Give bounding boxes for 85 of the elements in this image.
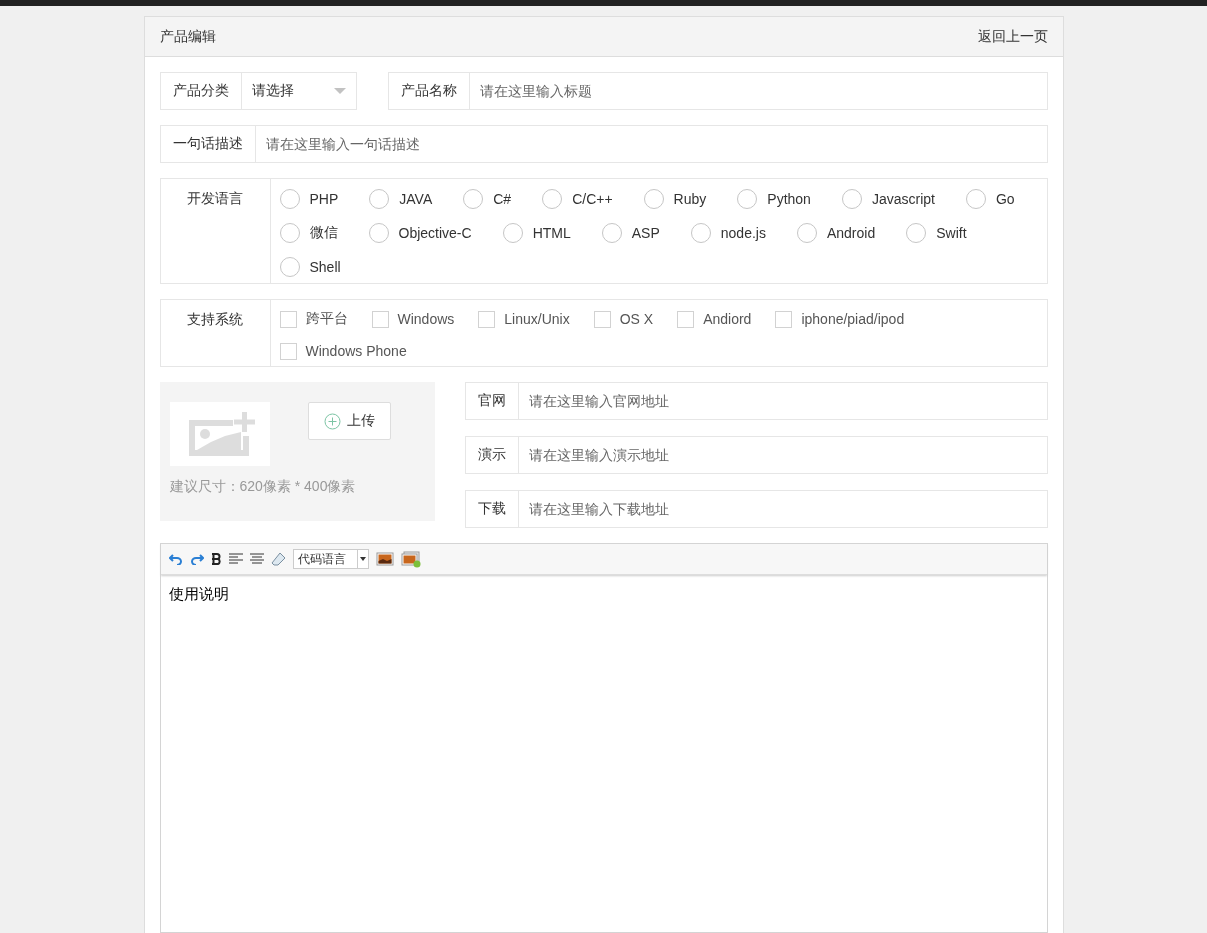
undo-button[interactable] — [168, 553, 183, 565]
url-field[interactable]: 请在这里输入官网地址 — [518, 382, 1048, 420]
radio-option[interactable]: Javascript — [841, 188, 935, 210]
radio-option[interactable]: 微信 — [279, 222, 338, 244]
radio-button[interactable] — [796, 223, 817, 243]
category-select[interactable]: 请选择 — [241, 72, 357, 110]
field-label: 官网 — [464, 382, 519, 420]
field-label: 产品名称 — [387, 72, 470, 110]
redo-icon — [189, 553, 204, 565]
bold-button[interactable] — [210, 553, 222, 565]
radio-option[interactable]: Ruby — [643, 188, 707, 210]
plus-circle-icon — [323, 412, 341, 430]
radio-button[interactable] — [601, 223, 622, 243]
align-center-button[interactable] — [249, 553, 264, 565]
radio-option[interactable]: PHP — [279, 188, 339, 210]
field-label: 开发语言 — [160, 179, 271, 283]
radio-button[interactable] — [502, 223, 523, 243]
panel-title: 产品编辑 — [159, 27, 216, 46]
undo-icon — [168, 553, 183, 565]
url-field[interactable]: 请在这里输入下载地址 — [518, 490, 1048, 528]
checkbox-option[interactable]: Linux/Unix — [478, 308, 570, 330]
radio-button[interactable] — [463, 189, 484, 209]
radio-button[interactable] — [737, 189, 758, 209]
radio-option[interactable]: Objective-C — [368, 222, 472, 244]
radio-button[interactable] — [643, 189, 664, 209]
insert-image-button[interactable] — [375, 552, 394, 566]
checkbox[interactable] — [775, 310, 793, 328]
radio-option[interactable]: Python — [737, 188, 811, 210]
checkbox[interactable] — [371, 310, 389, 328]
checkbox[interactable] — [677, 310, 695, 328]
caret-icon — [359, 557, 366, 561]
radio-button[interactable] — [279, 189, 300, 209]
checkbox[interactable] — [279, 310, 297, 328]
field-label: 演示 — [464, 436, 519, 474]
code-language-select[interactable]: 代码语言 — [292, 549, 369, 569]
align-left-button[interactable] — [228, 553, 243, 565]
field-label: 产品分类 — [159, 72, 242, 110]
redo-button[interactable] — [189, 553, 204, 565]
insert-images-button[interactable] — [400, 550, 421, 568]
field-label: 一句话描述 — [159, 125, 256, 163]
radio-button[interactable] — [368, 223, 389, 243]
checkbox-option[interactable]: 跨平台 — [279, 308, 348, 330]
checkbox-option[interactable]: OS X — [593, 308, 654, 330]
checkbox-option[interactable]: Windows Phone — [279, 340, 407, 362]
checkbox-option[interactable]: Andiord — [677, 308, 752, 330]
radio-option[interactable]: Android — [796, 222, 876, 244]
radio-button[interactable] — [369, 189, 390, 209]
align-left-icon — [228, 553, 243, 565]
eraser-icon — [270, 551, 286, 567]
back-link[interactable]: 返回上一页 — [977, 27, 1048, 46]
radio-option[interactable]: node.js — [690, 222, 766, 244]
eraser-button[interactable] — [270, 551, 286, 567]
checkbox[interactable] — [279, 342, 297, 360]
radio-option[interactable]: ASP — [601, 222, 660, 244]
caret-icon — [333, 88, 346, 94]
radio-button[interactable] — [690, 223, 711, 243]
upload-button[interactable]: 上传 — [307, 402, 391, 440]
radio-option[interactable]: HTML — [502, 222, 571, 244]
radio-option[interactable]: Shell — [279, 256, 341, 278]
field-label: 支持系统 — [160, 300, 271, 366]
checkbox-option[interactable]: iphone/piad/ipod — [775, 308, 905, 330]
checkbox[interactable] — [478, 310, 496, 328]
images-icon — [400, 550, 421, 568]
radio-button[interactable] — [841, 189, 862, 209]
radio-button[interactable] — [965, 189, 986, 209]
radio-button[interactable] — [279, 223, 300, 243]
radio-option[interactable]: Go — [965, 188, 1015, 210]
checkbox[interactable] — [593, 310, 611, 328]
checkbox-option[interactable]: Windows — [371, 308, 455, 330]
image-icon — [375, 552, 394, 566]
name-field[interactable]: 请在这里输入标题 — [469, 72, 1048, 110]
editor-text[interactable]: 使用说明 — [160, 575, 1047, 932]
radio-option[interactable]: C/C++ — [542, 188, 613, 210]
bold-icon — [210, 553, 222, 565]
align-center-icon — [249, 553, 264, 565]
radio-option[interactable]: C# — [463, 188, 512, 210]
field-label: 下载 — [464, 490, 519, 528]
summary-field[interactable]: 请在这里输入一句话描述 — [255, 125, 1048, 163]
radio-button[interactable] — [279, 257, 300, 277]
size-hint: 建议尺寸：620像素 * 400像素 — [169, 478, 357, 496]
url-field[interactable]: 请在这里输入演示地址 — [518, 436, 1048, 474]
radio-option[interactable]: JAVA — [369, 188, 433, 210]
radio-option[interactable]: Swift — [906, 222, 967, 244]
radio-button[interactable] — [542, 189, 563, 209]
radio-button[interactable] — [906, 223, 927, 243]
